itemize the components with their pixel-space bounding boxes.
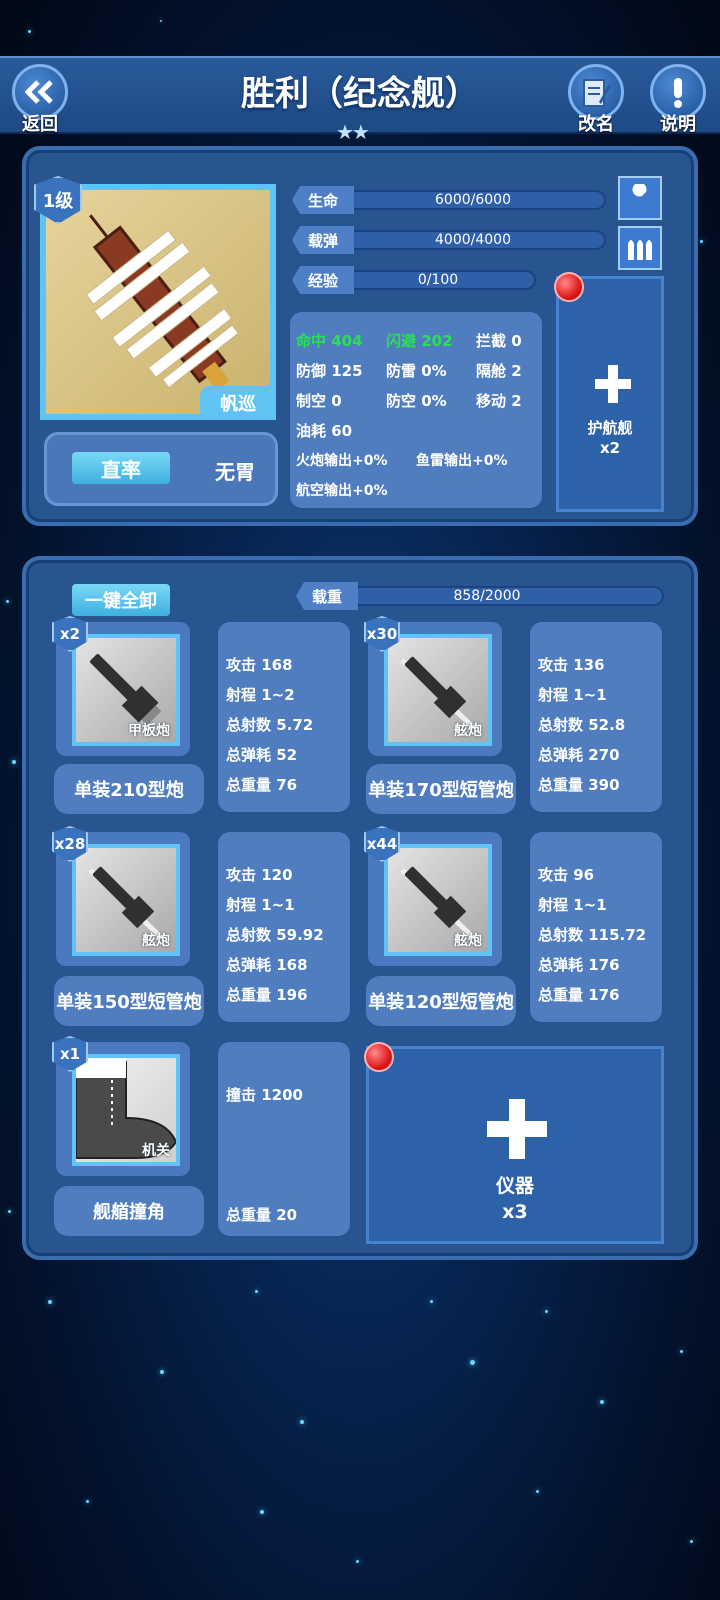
stat-line: 射程 1~1 bbox=[538, 686, 607, 704]
stat-line: 总射数 52.8 bbox=[538, 716, 626, 734]
top-bar: 返回 胜利（纪念舰） ★★ 改名 说明 bbox=[0, 56, 720, 144]
stat-bulkhead: 隔舱 2 bbox=[476, 362, 522, 380]
stat-line: 攻击 136 bbox=[538, 656, 605, 674]
equipment-name: 舰艏撞角 bbox=[54, 1186, 204, 1236]
stat-gun-output: 火炮输出+0% bbox=[296, 453, 388, 469]
stat-torp-def: 防雷 0% bbox=[386, 362, 447, 380]
stat-line: 攻击 96 bbox=[538, 866, 595, 884]
hp-bar: 6000/6000 bbox=[340, 190, 606, 210]
help-label: 说明 bbox=[660, 114, 696, 135]
ship-class-tag: 帆巡 bbox=[200, 386, 276, 420]
escort-slot[interactable]: 护航舰 x2 bbox=[556, 276, 664, 512]
notification-dot bbox=[364, 1042, 394, 1072]
stat-line: 总重量 76 bbox=[226, 776, 298, 794]
stat-line: 总弹耗 176 bbox=[538, 956, 620, 974]
rating-stars: ★★ bbox=[336, 120, 370, 144]
stat-evade: 闪避 202 bbox=[386, 332, 453, 350]
equipment-stats: 攻击 96 射程 1~1 总射数 115.72 总弹耗 176 总重量 176 bbox=[530, 832, 662, 1022]
stat-line: 射程 1~1 bbox=[226, 896, 295, 914]
reload-button[interactable] bbox=[618, 226, 662, 270]
stat-fuel: 油耗 60 bbox=[296, 422, 353, 440]
repair-button[interactable] bbox=[618, 176, 662, 220]
escort-count: x2 bbox=[599, 439, 621, 457]
equipment-stats: 攻击 168 射程 1~2 总射数 5.72 总弹耗 52 总重量 76 bbox=[218, 622, 350, 812]
ammo-label: 载弹 bbox=[292, 226, 354, 254]
stat-line: 撞击 1200 bbox=[226, 1086, 303, 1104]
stat-line: 总射数 59.92 bbox=[226, 926, 324, 944]
unload-all-button[interactable]: 一键全卸 bbox=[72, 584, 170, 616]
ship-image bbox=[85, 214, 239, 391]
rename-label: 改名 bbox=[578, 114, 614, 135]
equipment-tag: 机关 bbox=[142, 1143, 170, 1159]
stat-line: 总弹耗 168 bbox=[226, 956, 308, 974]
stat-line: 总重量 196 bbox=[226, 986, 308, 1004]
plus-icon-v bbox=[608, 365, 618, 403]
hp-label: 生命 bbox=[292, 186, 354, 214]
stat-intercept: 拦截 0 bbox=[476, 332, 522, 350]
equipment-name: 单装210型炮 bbox=[54, 764, 204, 814]
equipment-stats: 攻击 136 射程 1~1 总射数 52.8 总弹耗 270 总重量 390 bbox=[530, 622, 662, 812]
exp-bar: 0/100 bbox=[340, 270, 536, 290]
wrench-icon bbox=[630, 184, 647, 208]
stat-move: 移动 2 bbox=[476, 392, 522, 410]
edit-document-icon bbox=[583, 79, 611, 107]
stat-line: 总射数 5.72 bbox=[226, 716, 314, 734]
stat-torp-output: 鱼雷输出+0% bbox=[416, 453, 508, 469]
notification-dot bbox=[554, 272, 584, 302]
exclamation-icon bbox=[674, 78, 682, 108]
load-label: 载重 bbox=[296, 582, 358, 610]
instrument-label: 仪器 bbox=[495, 1175, 534, 1197]
stat-line: 总重量 176 bbox=[538, 986, 620, 1004]
instrument-slot[interactable]: 仪器 x3 bbox=[366, 1046, 664, 1244]
stat-line: 总弹耗 270 bbox=[538, 746, 620, 764]
stat-line: 攻击 120 bbox=[226, 866, 293, 884]
equipment-tag: 舷炮 bbox=[454, 933, 482, 949]
stat-line: 攻击 168 bbox=[226, 656, 293, 674]
instrument-count: x3 bbox=[502, 1201, 528, 1223]
load-bar: 858/2000 bbox=[310, 586, 664, 606]
equipment-stats: 攻击 120 射程 1~1 总射数 59.92 总弹耗 168 总重量 196 bbox=[218, 832, 350, 1022]
equipment-name: 单装150型短管炮 bbox=[54, 976, 204, 1026]
stat-line: 射程 1~1 bbox=[538, 896, 607, 914]
equipment-name: 单装120型短管炮 bbox=[366, 976, 516, 1026]
stat-aa: 防空 0% bbox=[386, 392, 447, 410]
stat-line: 总弹耗 52 bbox=[226, 746, 298, 764]
plus-icon-v bbox=[509, 1099, 525, 1159]
equipment-stats: 撞击 1200 总重量 20 bbox=[218, 1042, 350, 1236]
stat-line: 总射数 115.72 bbox=[538, 926, 647, 944]
exp-label: 经验 bbox=[292, 266, 354, 294]
stat-defense: 防御 125 bbox=[296, 362, 363, 380]
stat-line: 总重量 20 bbox=[226, 1206, 298, 1224]
ammo-bar: 4000/4000 bbox=[340, 230, 606, 250]
mode-value: 无胃 bbox=[215, 460, 255, 484]
equipment-tag: 舷炮 bbox=[142, 933, 170, 949]
stat-hit: 命中 404 bbox=[296, 332, 363, 350]
escort-label: 护航舰 bbox=[587, 419, 633, 437]
equipment-tag: 舷炮 bbox=[454, 723, 482, 739]
ship-portrait bbox=[40, 184, 276, 420]
equipment-tag: 甲板炮 bbox=[128, 723, 170, 739]
stat-air-control: 制空 0 bbox=[296, 392, 342, 410]
stat-line: 总重量 390 bbox=[538, 776, 620, 794]
mode-button[interactable]: 直率 bbox=[72, 452, 170, 484]
stat-air-output: 航空输出+0% bbox=[296, 483, 388, 499]
stat-line: 射程 1~2 bbox=[226, 686, 295, 704]
equipment-name: 单装170型短管炮 bbox=[366, 764, 516, 814]
ammo-icon bbox=[628, 240, 652, 260]
